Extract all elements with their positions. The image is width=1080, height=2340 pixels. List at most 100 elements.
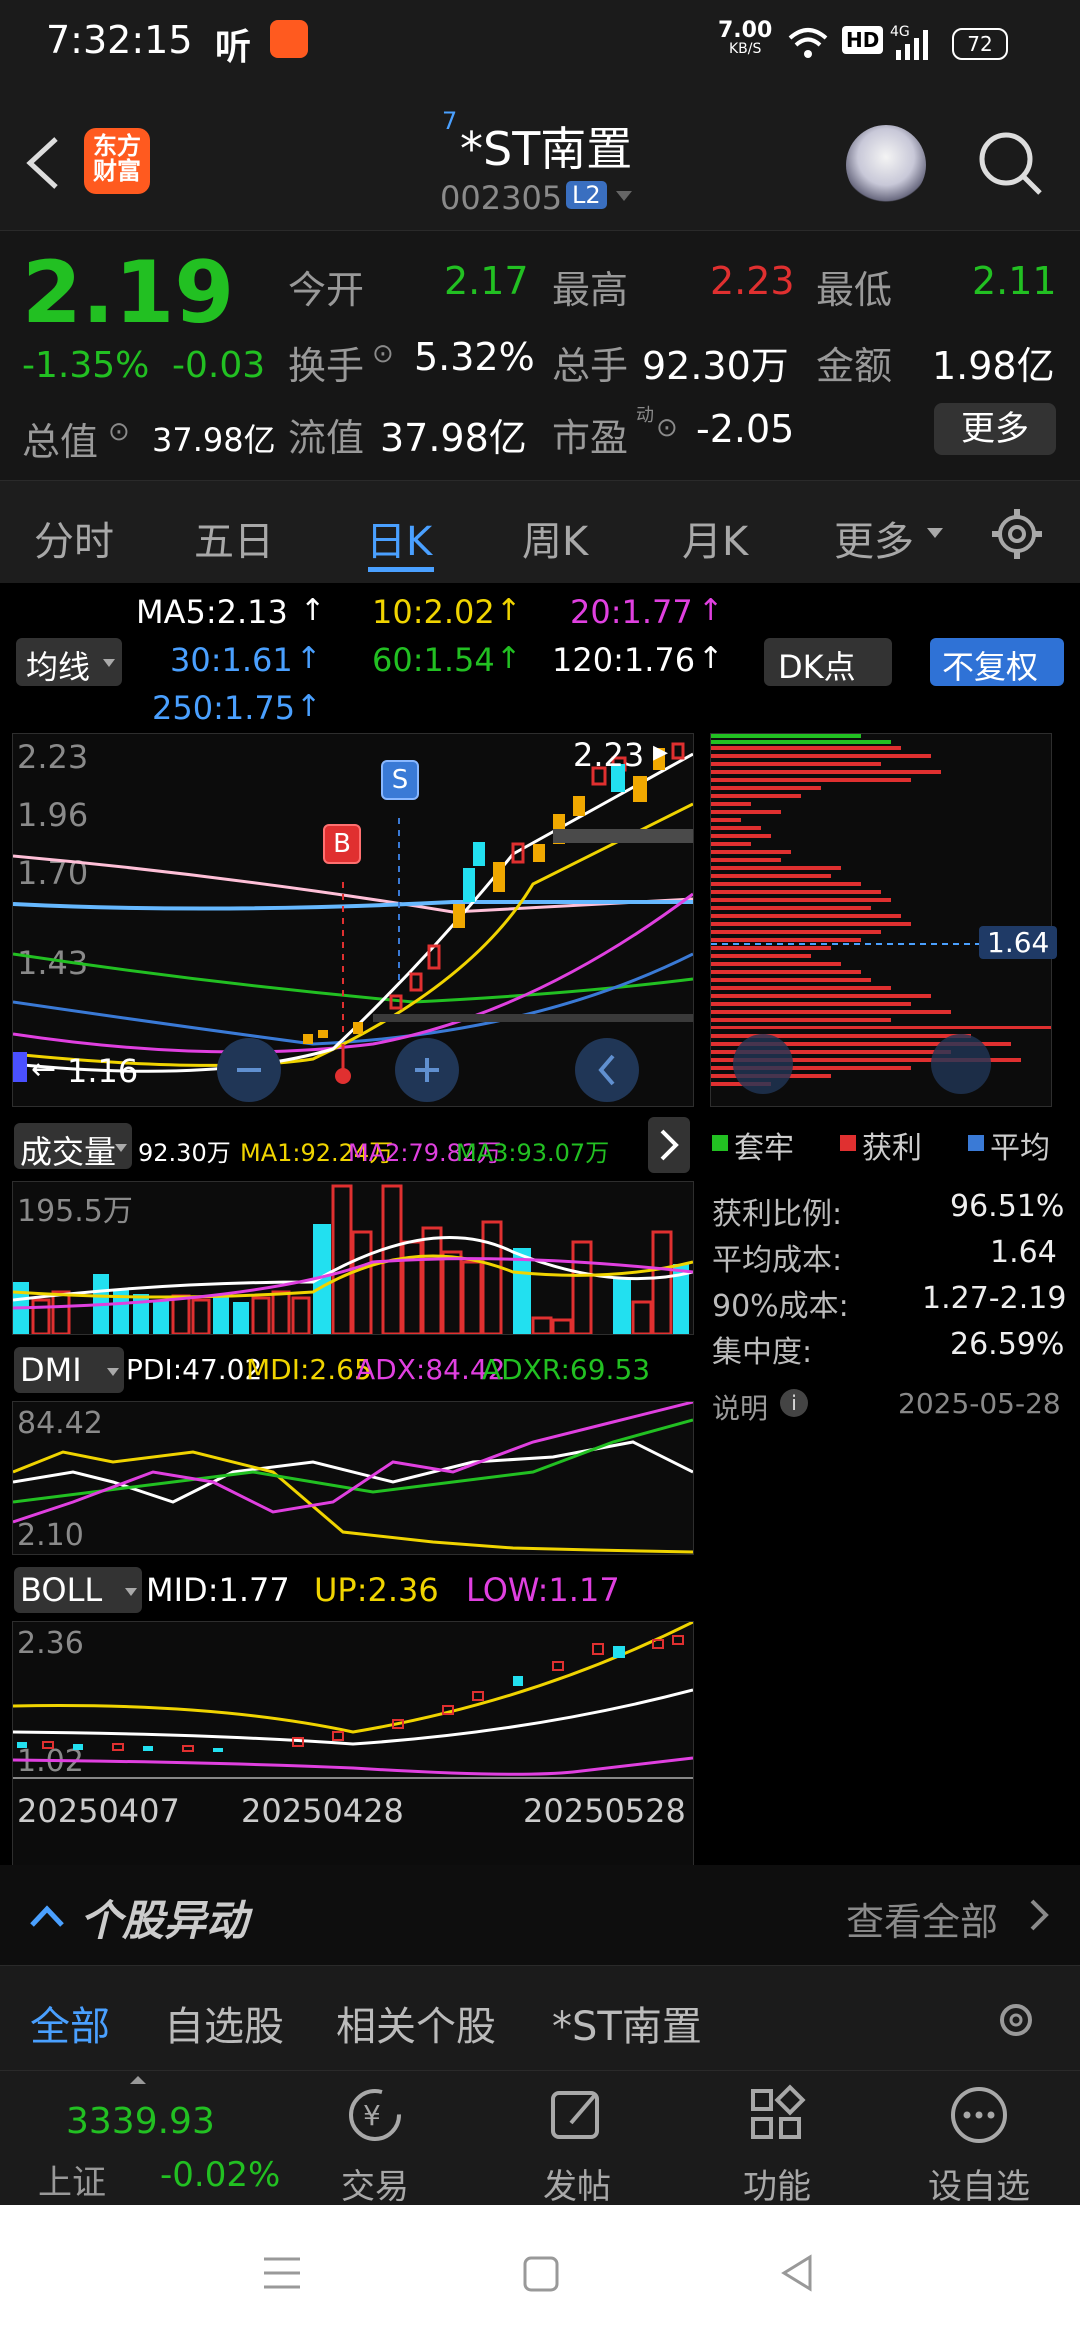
more-button[interactable]: 更多 bbox=[934, 403, 1056, 455]
code-dropdown-icon[interactable] bbox=[614, 189, 634, 203]
tab-weekly-k[interactable]: 周K bbox=[522, 509, 588, 567]
app-logo[interactable]: 东方 财富 bbox=[84, 128, 150, 194]
legend-avg-swatch bbox=[968, 1135, 984, 1151]
info-icon[interactable]: ⊙ bbox=[108, 417, 130, 447]
chip-distribution[interactable]: 1.64 bbox=[710, 733, 1058, 1107]
net-speed: 7.00 KB/S bbox=[718, 18, 773, 57]
total-cap-label: 总值 bbox=[22, 420, 99, 464]
back-icon[interactable] bbox=[20, 133, 64, 193]
collapse-icon[interactable] bbox=[28, 1901, 66, 1929]
dk-point-button[interactable]: DK点 bbox=[764, 638, 892, 686]
settings-icon[interactable] bbox=[994, 1998, 1038, 2042]
back-nav-icon[interactable] bbox=[778, 2253, 816, 2293]
nav-add-watchlist[interactable]: 设自选 bbox=[904, 2083, 1054, 2208]
tab-this-stock[interactable]: *ST南置 bbox=[552, 1994, 702, 2052]
legend-profit-swatch bbox=[840, 1135, 856, 1151]
index-value[interactable]: 3339.93 bbox=[66, 2101, 215, 2142]
pe-label: 市盈 bbox=[552, 416, 629, 460]
kline-chart bbox=[13, 742, 693, 1102]
float-cap-label: 流值 bbox=[288, 416, 365, 460]
bottom-nav: 3339.93 上证 -0.02% ¥ 交易 发帖 功能 设自选 bbox=[0, 2070, 1080, 2208]
adjust-button[interactable]: 不复权 bbox=[930, 638, 1064, 686]
volume-indicator-selector[interactable]: 成交量 bbox=[14, 1123, 132, 1171]
boll-mid: MID:1.77 bbox=[146, 1571, 290, 1609]
avg-cost-marker: 1.64 bbox=[979, 926, 1058, 959]
system-nav-bar bbox=[0, 2205, 1080, 2340]
boll-indicator-selector[interactable]: BOLL bbox=[14, 1567, 142, 1613]
menu-icon[interactable] bbox=[262, 2255, 302, 2291]
volume-panel[interactable]: 195.5万 bbox=[12, 1181, 694, 1335]
chart-area: MA5:2.13 ↑ 10:2.02 ↑ 20:1.77 ↑ 均线 30:1.6… bbox=[0, 583, 1080, 1867]
tab-daily-k[interactable]: 日K bbox=[366, 509, 432, 567]
high-marker: 2.23 bbox=[573, 736, 645, 774]
avg-cost: 1.64 bbox=[990, 1235, 1057, 1270]
nav-post[interactable]: 发帖 bbox=[502, 2083, 652, 2208]
period-tabs: 分时 五日 日K 周K 月K 更多 bbox=[0, 480, 1080, 584]
pe-info-icon[interactable]: ⊙ bbox=[656, 413, 678, 443]
high-marker-arrow: ▸ bbox=[653, 734, 669, 769]
chevron-right-icon[interactable] bbox=[1026, 1897, 1052, 1933]
legend-avg: 平均 bbox=[990, 1131, 1050, 1166]
tab-all[interactable]: 全部 bbox=[30, 1994, 110, 2052]
volume-dropdown-icon bbox=[115, 1144, 127, 1152]
low-label: 最低 bbox=[816, 268, 893, 312]
search-icon[interactable] bbox=[976, 129, 1046, 199]
dmi-mdi: MDI:2.65 bbox=[246, 1353, 372, 1386]
name-superscript: 7 bbox=[442, 107, 458, 135]
chevron-right-icon bbox=[660, 1129, 679, 1161]
kline-panel[interactable]: 2.23 1.96 1.70 1.43 B S 2.23 ▸ ← 1.16 bbox=[12, 733, 694, 1107]
change-percent: -1.35% bbox=[22, 345, 150, 386]
volume-label: 总手 bbox=[552, 344, 629, 388]
chip-note-label[interactable]: 说明 bbox=[712, 1387, 768, 1427]
legend-profit: 获利 bbox=[862, 1131, 922, 1166]
high-label: 最高 bbox=[552, 268, 629, 312]
amount-label: 金额 bbox=[816, 344, 893, 388]
ma30-label: 30:1.61 bbox=[170, 641, 293, 679]
turnover-info-icon[interactable]: ⊙ bbox=[372, 339, 394, 369]
dmi-indicator-selector[interactable]: DMI bbox=[14, 1347, 124, 1393]
boll-lines bbox=[13, 1622, 693, 1779]
legend-trapped: 套牢 bbox=[734, 1131, 794, 1166]
tab-related[interactable]: 相关个股 bbox=[336, 1994, 496, 2052]
tab-watchlist[interactable]: 自选股 bbox=[164, 1994, 284, 2052]
info-icon[interactable]: i bbox=[780, 1389, 808, 1417]
pe-value: -2.05 bbox=[696, 407, 795, 451]
legend-trapped-swatch bbox=[712, 1135, 728, 1151]
hd-icon: HD bbox=[842, 26, 884, 54]
grid-icon bbox=[751, 2084, 806, 2139]
nav-trade[interactable]: ¥ 交易 bbox=[300, 2083, 450, 2208]
l2-badge[interactable]: L2 bbox=[566, 181, 607, 209]
buy-signal-badge[interactable]: B bbox=[323, 824, 361, 864]
x-axis-start: 20250407 bbox=[17, 1792, 180, 1830]
dmi-lines bbox=[13, 1402, 693, 1554]
pe-superscript: 动 bbox=[636, 405, 654, 426]
dmi-panel[interactable]: 84.42 2.10 bbox=[12, 1401, 694, 1555]
view-all-link[interactable]: 查看全部 bbox=[846, 1891, 998, 1946]
tab-monthly-k[interactable]: 月K bbox=[682, 509, 748, 567]
expand-panel-button[interactable] bbox=[648, 1117, 690, 1173]
settings-icon[interactable] bbox=[990, 507, 1044, 561]
tab-intraday[interactable]: 分时 bbox=[34, 509, 114, 567]
sell-signal-badge[interactable]: S bbox=[381, 760, 419, 800]
amount-value: 1.98亿 bbox=[932, 344, 1055, 388]
status-time: 7:32:15 bbox=[46, 18, 193, 62]
ma-selector[interactable]: 均线 bbox=[16, 638, 122, 686]
concentration: 26.59% bbox=[950, 1327, 1065, 1362]
dmi-adxr: ADXR:69.53 bbox=[482, 1353, 651, 1386]
ma20-label: 20:1.77 bbox=[570, 593, 693, 631]
tab-five-day[interactable]: 五日 bbox=[194, 509, 274, 567]
stock-header: 东方 财富 7 *ST南置 002305 L2 bbox=[0, 95, 1080, 230]
home-icon[interactable] bbox=[522, 2255, 560, 2293]
index-change[interactable]: -0.02% bbox=[160, 2155, 280, 2195]
tab-more[interactable]: 更多 bbox=[834, 509, 914, 567]
profit-ratio-label: 获利比例: bbox=[712, 1197, 843, 1232]
boll-panel[interactable]: 2.36 1.02 20250407 20250428 20250528 bbox=[12, 1621, 694, 1867]
x-axis-mid: 20250428 bbox=[241, 1792, 404, 1830]
index-name[interactable]: 上证 bbox=[38, 2155, 106, 2204]
chip-histogram bbox=[711, 734, 1051, 1094]
open-value: 2.17 bbox=[444, 259, 529, 303]
robot-assistant-icon[interactable] bbox=[846, 125, 926, 205]
ma5-label: MA5:2.13 bbox=[136, 593, 288, 631]
high-value: 2.23 bbox=[710, 259, 795, 303]
nav-functions[interactable]: 功能 bbox=[702, 2083, 852, 2208]
